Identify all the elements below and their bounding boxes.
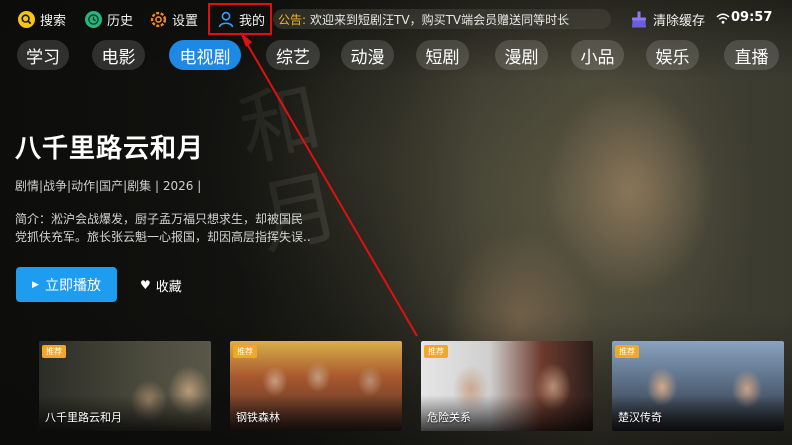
pointer-arrow	[240, 32, 418, 337]
